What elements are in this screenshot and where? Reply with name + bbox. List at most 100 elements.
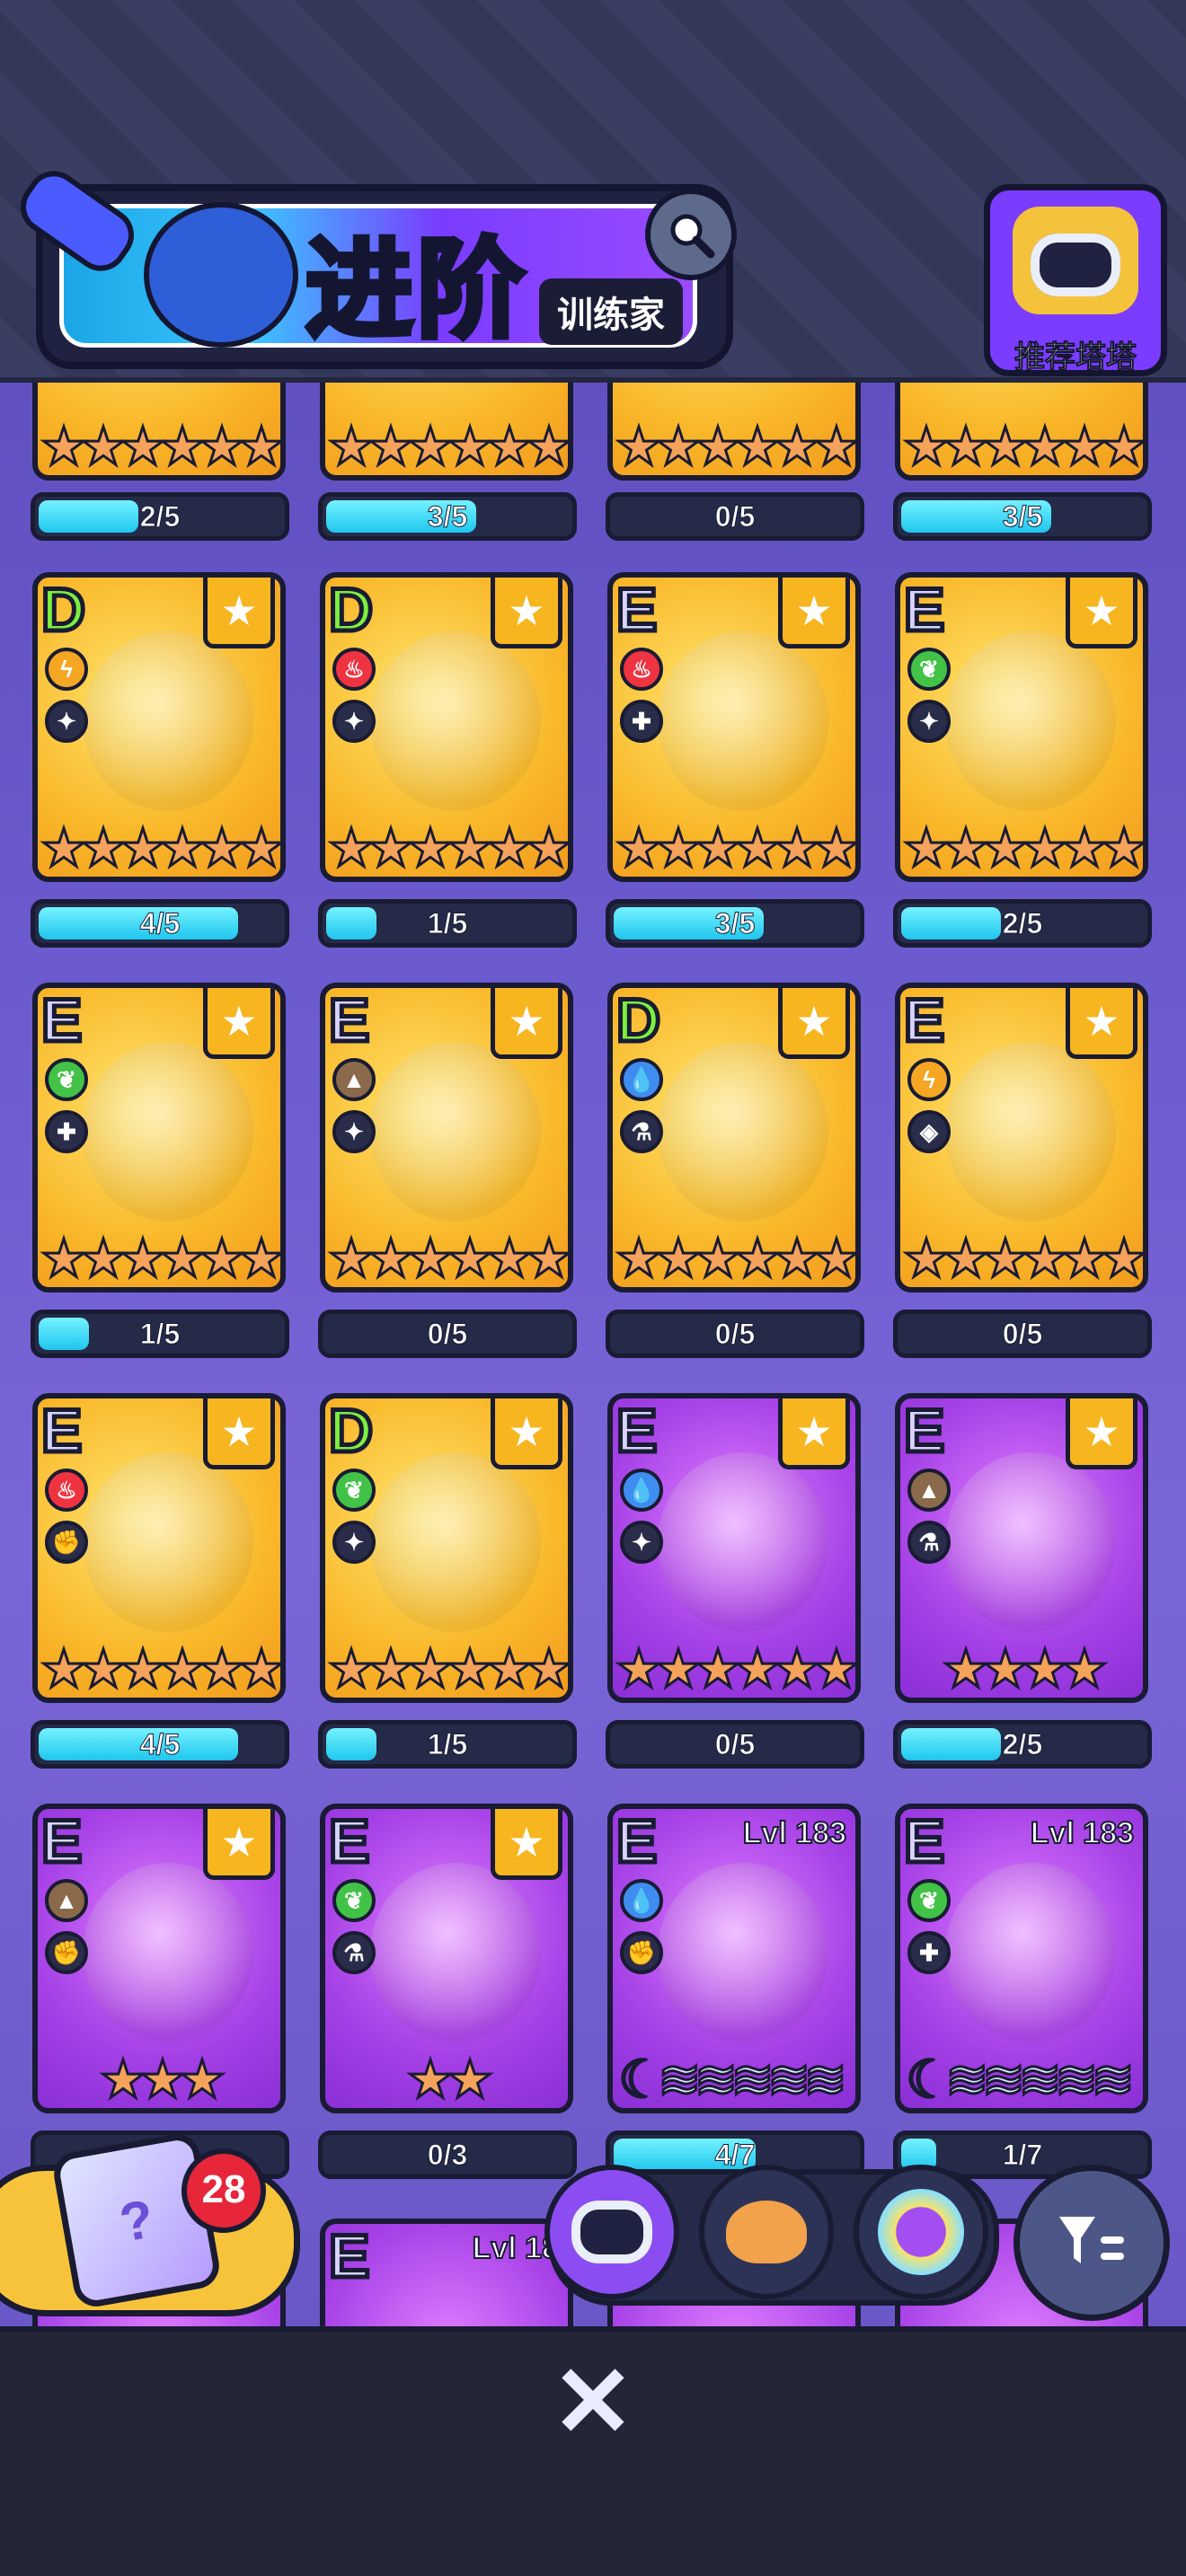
trainer-card[interactable]: E ★ ▲ ✦ ★★★★★★ <box>320 983 573 1292</box>
trainer-card[interactable]: D ★ ♨ ✦ ★★★★★★ <box>320 572 573 882</box>
progress-text: 2/5 <box>1002 907 1043 940</box>
potion-icon: ⚗ <box>620 1110 663 1153</box>
grass-element-icon: ❦ <box>45 1058 88 1101</box>
character-portrait <box>945 631 1116 811</box>
mystery-box-count-badge: 28 <box>181 2148 266 2233</box>
favorite-star-icon[interactable]: ★ <box>778 1398 850 1469</box>
progress-text: 3/5 <box>427 500 468 534</box>
grass-element-icon: ❦ <box>332 1469 376 1512</box>
star-rating: ★★★★★★ <box>902 819 1144 878</box>
character-portrait <box>945 1863 1116 2042</box>
grade-label: D <box>39 576 87 644</box>
trainer-card[interactable]: E ★ ϟ ◈ ★★★★★★ <box>895 983 1148 1292</box>
search-button[interactable] <box>645 189 737 280</box>
water-element-icon: 💧 <box>620 1469 663 1512</box>
grade-label: D <box>326 576 375 644</box>
favorite-star-icon[interactable]: ★ <box>491 1809 562 1880</box>
star-rating: ★★★★★★ <box>40 418 281 476</box>
tab-tata[interactable] <box>544 2165 679 2299</box>
fire-element-icon: ♨ <box>45 1469 88 1512</box>
agility-icon: ✦ <box>332 1521 376 1564</box>
progress-bar: 2/5 <box>893 1720 1152 1769</box>
progress-text: 1/5 <box>139 1318 181 1351</box>
trainer-card[interactable]: E ★ ▲ ⚗ ★★★★ <box>895 1393 1148 1703</box>
eye-icon: ◈ <box>907 1110 951 1153</box>
favorite-star-icon[interactable]: ★ <box>491 578 562 648</box>
character-portrait <box>945 1042 1116 1222</box>
filter-sort-button[interactable] <box>1013 2165 1170 2321</box>
trainer-card[interactable]: D ★ 💧 ⚗ ★★★★★★ <box>607 983 861 1292</box>
mascot-icon <box>144 202 298 348</box>
grade-label: E <box>39 1397 84 1465</box>
trainer-card[interactable]: E ★ ♨ ✚ ★★★★★★ <box>607 572 861 882</box>
star-rating: ★★★★★★ <box>615 418 856 476</box>
star-rating: ★★★★★★ <box>327 1230 569 1288</box>
star-tata-icon <box>878 2189 964 2275</box>
recommend-tata-button[interactable]: 推荐塔塔 <box>984 184 1167 376</box>
potion-icon: ⚗ <box>332 1931 376 1974</box>
tab-star-tata[interactable] <box>854 2165 988 2299</box>
star-rating: ★★★★★★ <box>327 819 569 878</box>
close-button[interactable]: ✕ <box>548 2353 638 2452</box>
character-portrait <box>370 1863 541 2042</box>
favorite-star-icon[interactable]: ★ <box>778 988 850 1059</box>
favorite-star-icon[interactable]: ★ <box>491 1398 562 1469</box>
grass-element-icon: ❦ <box>907 648 951 691</box>
favorite-star-icon[interactable]: ★ <box>203 578 275 648</box>
character-portrait <box>83 631 253 811</box>
thunder-element-icon: ϟ <box>907 1058 951 1101</box>
progress-text: 1/5 <box>427 1728 468 1761</box>
search-icon <box>670 214 715 259</box>
thunder-element-icon: ϟ <box>45 648 88 691</box>
strength-icon: ✊ <box>45 1521 88 1564</box>
character-portrait <box>370 631 541 811</box>
trainer-card[interactable]: E Lvl 183 ❦ ✚ ☾≋≋≋≋≋ <box>895 1804 1148 2113</box>
strength-icon: ✊ <box>620 1931 663 1974</box>
trainer-card[interactable]: D ★ ϟ ✦ ★★★★★★ <box>32 572 286 882</box>
favorite-star-icon[interactable]: ★ <box>1066 1398 1137 1469</box>
agility-icon: ✦ <box>620 1521 663 1564</box>
filter-icon <box>1059 2217 1124 2263</box>
character-portrait <box>83 1863 253 2042</box>
star-rating: ★★★ <box>99 2051 227 2109</box>
character-portrait <box>370 1452 541 1632</box>
trainer-card[interactable]: E Lvl 183 💧 ✊ ☾≋≋≋≋≋ <box>607 1804 861 2113</box>
trainer-card[interactable]: E ★ ♨ ✊ ★★★★★★ <box>32 1393 286 1703</box>
fire-element-icon: ♨ <box>620 648 663 691</box>
star-rating: ☾≋≋≋≋≋ <box>617 2051 849 2109</box>
favorite-star-icon[interactable]: ★ <box>1066 578 1137 648</box>
heal-icon: ✚ <box>45 1110 88 1153</box>
trainer-card[interactable]: D ★ ❦ ✦ ★★★★★★ <box>320 1393 573 1703</box>
favorite-star-icon[interactable]: ★ <box>203 1809 275 1880</box>
favorite-star-icon[interactable]: ★ <box>203 988 275 1059</box>
strength-icon: ✊ <box>45 1931 88 1974</box>
trainer-card[interactable]: E ★ ❦ ✚ ★★★★★★ <box>32 983 286 1292</box>
favorite-star-icon[interactable]: ★ <box>203 1398 275 1469</box>
star-rating: ☾≋≋≋≋≋ <box>905 2051 1137 2109</box>
trainer-card[interactable]: E ★ ▲ ✊ ★★★ <box>32 1804 286 2113</box>
favorite-star-icon[interactable]: ★ <box>1066 988 1137 1059</box>
progress-bar: 4/5 <box>31 1720 289 1769</box>
trainer-card[interactable]: E ★ ❦ ⚗ ★★ <box>320 1804 573 2113</box>
character-portrait <box>658 1042 828 1222</box>
progress-text: 0/5 <box>1002 1318 1043 1351</box>
star-rating: ★★★★★★ <box>902 1230 1144 1288</box>
star-rating: ★★★★★★ <box>615 819 856 878</box>
heal-icon: ✚ <box>907 1931 951 1974</box>
trainer-card[interactable]: E ★ ❦ ✦ ★★★★★★ <box>895 572 1148 882</box>
progress-text: 1/5 <box>427 907 468 940</box>
progress-bar: 0/5 <box>606 1720 864 1769</box>
tab-pet[interactable] <box>699 2165 834 2299</box>
water-element-icon: 💧 <box>620 1058 663 1101</box>
grade-label: E <box>326 986 371 1054</box>
favorite-star-icon[interactable]: ★ <box>778 578 850 648</box>
progress-bar: 0/5 <box>318 1310 577 1358</box>
grade-label: E <box>614 1397 659 1465</box>
star-rating: ★★★★★★ <box>327 418 569 476</box>
favorite-star-icon[interactable]: ★ <box>491 988 562 1059</box>
progress-bar: 0/5 <box>606 1310 864 1358</box>
trainer-card[interactable]: E ★ 💧 ✦ ★★★★★★ <box>607 1393 861 1703</box>
character-portrait <box>83 1042 253 1222</box>
fire-element-icon: ♨ <box>332 648 376 691</box>
star-rating: ★★★★ <box>942 1640 1110 1698</box>
